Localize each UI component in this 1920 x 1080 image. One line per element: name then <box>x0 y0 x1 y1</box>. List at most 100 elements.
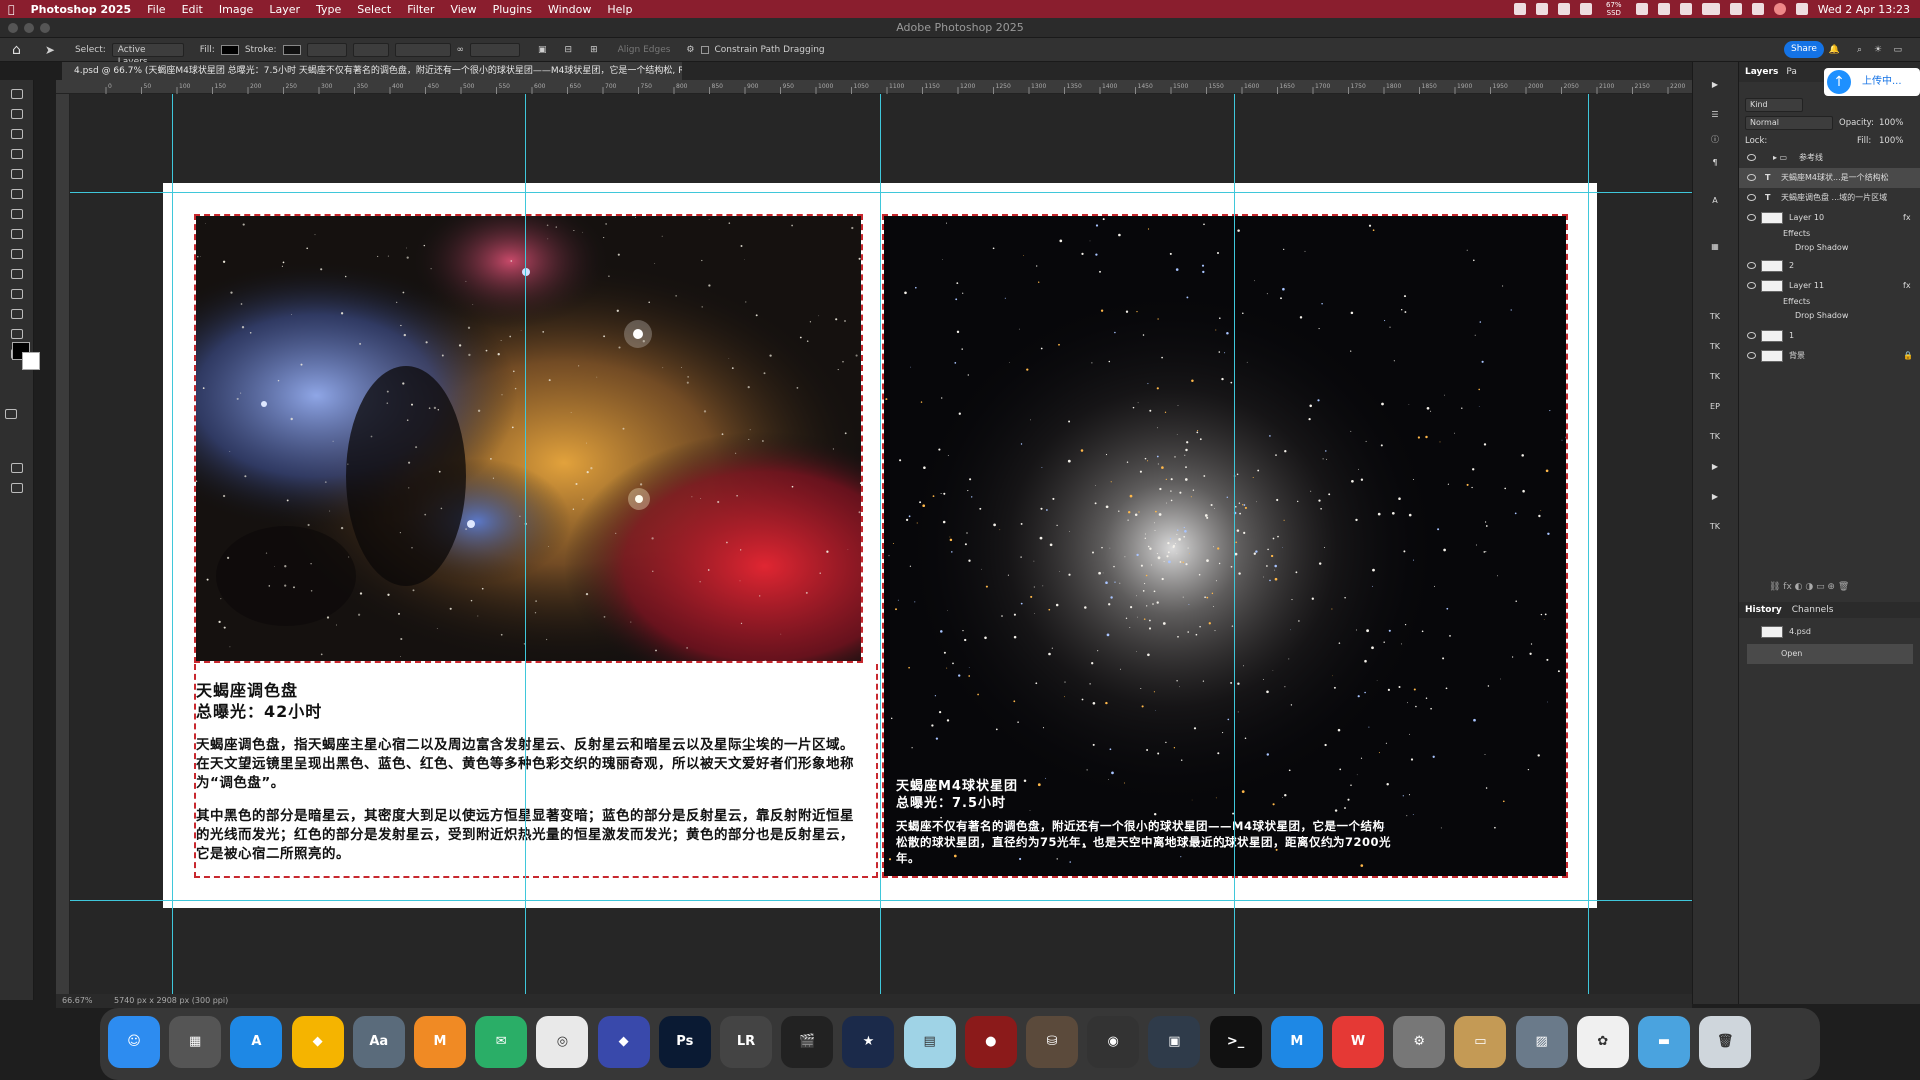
opacity-value[interactable]: 100% <box>1879 118 1903 128</box>
apple-icon[interactable]:  <box>0 3 23 16</box>
dock-settings-icon[interactable]: ⚙ <box>1393 1016 1446 1068</box>
document-tab[interactable]: 4.psd @ 66.7% (天蝎座M4球状星团 总曝光：7.5小时 天蝎座不仅… <box>62 62 682 80</box>
tab-paths[interactable]: Pa <box>1786 67 1797 77</box>
dock-nodes-icon[interactable]: ✿ <box>1576 1016 1629 1068</box>
menu-edit[interactable]: Edit <box>174 3 211 16</box>
m4-text-block[interactable]: 天蝎座M4球状星团 总曝光：7.5小时 天蝎座不仅有著名的调色盘，附近还有一个很… <box>896 778 1396 866</box>
play-icon[interactable]: ▶ <box>1707 80 1723 94</box>
menubar-datetime[interactable]: Wed 2 Apr 13:23 <box>1818 3 1910 16</box>
eye-icon[interactable] <box>1747 282 1756 289</box>
link-icon[interactable]: ∞ <box>457 45 465 55</box>
minimize-window-icon[interactable] <box>24 23 34 33</box>
dock-notes-icon[interactable]: ◆ <box>291 1016 344 1068</box>
vertical-ruler[interactable] <box>56 94 70 994</box>
dock-mindnode-icon[interactable]: M <box>414 1016 466 1068</box>
workspace-icon[interactable]: ▭ <box>1893 45 1902 55</box>
wifi-icon[interactable] <box>1729 3 1742 15</box>
menu-filter[interactable]: Filter <box>399 3 442 16</box>
menu-help[interactable]: Help <box>599 3 640 16</box>
hand-tool-icon[interactable] <box>8 326 24 340</box>
dock-camera-icon[interactable]: ◉ <box>1087 1016 1140 1068</box>
eye-icon[interactable] <box>1747 352 1756 359</box>
menu-app[interactable]: Photoshop 2025 <box>23 3 140 16</box>
history-state-row[interactable]: Open <box>1747 644 1913 664</box>
stroke-type-dropdown[interactable] <box>352 42 389 57</box>
height-field[interactable] <box>470 42 521 57</box>
dock-archive-icon[interactable]: ▭ <box>1454 1016 1507 1068</box>
fill-swatch[interactable] <box>220 44 239 55</box>
layer-row-guides[interactable]: ▸ ▭ 参考线 <box>1739 148 1920 168</box>
user-avatar-icon[interactable] <box>1773 3 1786 15</box>
ep-icon[interactable]: EP <box>1707 402 1723 416</box>
tk-ma2-icon[interactable]: TK <box>1707 432 1723 446</box>
layer-row-m4-text[interactable]: T 天蝎座M4球状...是一个结构松 <box>1739 168 1920 188</box>
drop-shadow-row[interactable]: Drop Shadow <box>1739 306 1920 326</box>
dock-wps-icon[interactable]: W <box>1332 1016 1384 1068</box>
guide-vertical[interactable] <box>172 94 173 994</box>
menu-plugins[interactable]: Plugins <box>485 3 540 16</box>
history-snapshot-row[interactable]: 4.psd <box>1739 622 1920 642</box>
path-arrangement-icon[interactable]: ⊞ <box>590 45 598 55</box>
eraser-tool-icon[interactable] <box>8 246 24 260</box>
character-icon[interactable]: A <box>1707 196 1723 210</box>
dock-finder-icon[interactable]: ☺ <box>108 1016 160 1068</box>
guide-horizontal[interactable] <box>70 192 1692 193</box>
dock-sphere-icon[interactable]: ● <box>964 1016 1017 1068</box>
dock-prism-icon[interactable]: ◆ <box>597 1016 650 1068</box>
screen-mode-icon[interactable] <box>8 480 24 494</box>
ssd-status[interactable]: 67% SSD <box>1602 1 1626 17</box>
dock-stellarium-icon[interactable]: ★ <box>842 1016 895 1068</box>
fill-value[interactable]: 100% <box>1879 136 1903 146</box>
control-center-icon[interactable] <box>1751 3 1764 15</box>
path-selection-tool-icon[interactable]: ➤ <box>45 43 55 57</box>
share-button[interactable]: Share <box>1784 41 1824 58</box>
dock-terminal-icon[interactable]: >_ <box>1209 1016 1262 1068</box>
tk-ma-icon[interactable]: TK <box>1707 312 1723 326</box>
constrain-checkbox[interactable] <box>700 45 709 54</box>
layer-row-palette-text[interactable]: T 天蝎座调色盘 ...域的一片区域 <box>1739 188 1920 208</box>
tk-cx-icon[interactable]: TK <box>1707 522 1723 536</box>
airdrop-icon[interactable] <box>1679 3 1692 15</box>
menu-layer[interactable]: Layer <box>261 3 308 16</box>
battery-icon[interactable] <box>1701 3 1720 15</box>
play-status-icon[interactable] <box>1635 3 1648 15</box>
horizontal-ruler[interactable]: 0 50 100 150 200 250 300 350 400 450 500 550 600 650 7… <box>56 80 1692 95</box>
layer-filter-kind[interactable]: Kind <box>1745 98 1803 112</box>
eye-icon[interactable] <box>1747 154 1756 161</box>
bell-icon[interactable]: 🔔 <box>1829 45 1840 55</box>
clone-stamp-tool-icon[interactable] <box>8 206 24 220</box>
guide-vertical[interactable] <box>880 94 881 994</box>
dock-wechat-icon[interactable]: ✉ <box>475 1016 528 1068</box>
action-play-icon[interactable]: ▶ <box>1707 462 1723 476</box>
eye-icon[interactable] <box>1747 262 1756 269</box>
blur-tool-icon[interactable] <box>8 266 24 280</box>
eye-icon[interactable] <box>1747 194 1756 201</box>
menu-file[interactable]: File <box>139 3 173 16</box>
creative-cloud-icon[interactable] <box>1513 3 1526 15</box>
adjust-icon[interactable]: ☰ <box>1707 110 1723 124</box>
dock-chrome-icon[interactable]: ◎ <box>536 1016 589 1068</box>
stroke-width-field[interactable] <box>306 42 347 57</box>
dock-lrtimelapse-icon[interactable]: LR <box>720 1016 772 1068</box>
dock-disk-icon[interactable]: ⛁ <box>1026 1016 1078 1068</box>
tab-layers[interactable]: Layers <box>1745 67 1778 77</box>
history-brush-tool-icon[interactable] <box>8 226 24 240</box>
drop-shadow-row[interactable]: Drop Shadow <box>1739 238 1920 258</box>
discover-icon[interactable]: ☀ <box>1874 45 1882 55</box>
dock-control-icon[interactable]: ▣ <box>1148 1016 1201 1068</box>
palette-nebula-image[interactable] <box>194 214 863 663</box>
background-color-swatch[interactable] <box>22 352 40 370</box>
home-icon[interactable]: ⌂ <box>12 42 21 58</box>
select-dropdown[interactable]: Active Layers <box>111 42 184 67</box>
dock-app-store-icon[interactable]: A <box>230 1016 283 1068</box>
menu-type[interactable]: Type <box>308 3 349 16</box>
dock-final-cut-pro-icon[interactable]: 🎬 <box>781 1016 834 1068</box>
layer-actions-bar[interactable]: ⛓ fx ◐ ◑ ▭ ⊕ 🗑 <box>1769 582 1919 594</box>
menu-select[interactable]: Select <box>349 3 399 16</box>
dock-trash-icon[interactable]: 🗑 <box>1699 1016 1752 1068</box>
bluetooth-icon[interactable] <box>1557 3 1570 15</box>
blend-mode-dropdown[interactable]: Normal <box>1745 116 1833 130</box>
layer-row-1[interactable]: 1 <box>1739 326 1920 346</box>
menu-image[interactable]: Image <box>211 3 261 16</box>
guide-vertical[interactable] <box>525 94 526 994</box>
